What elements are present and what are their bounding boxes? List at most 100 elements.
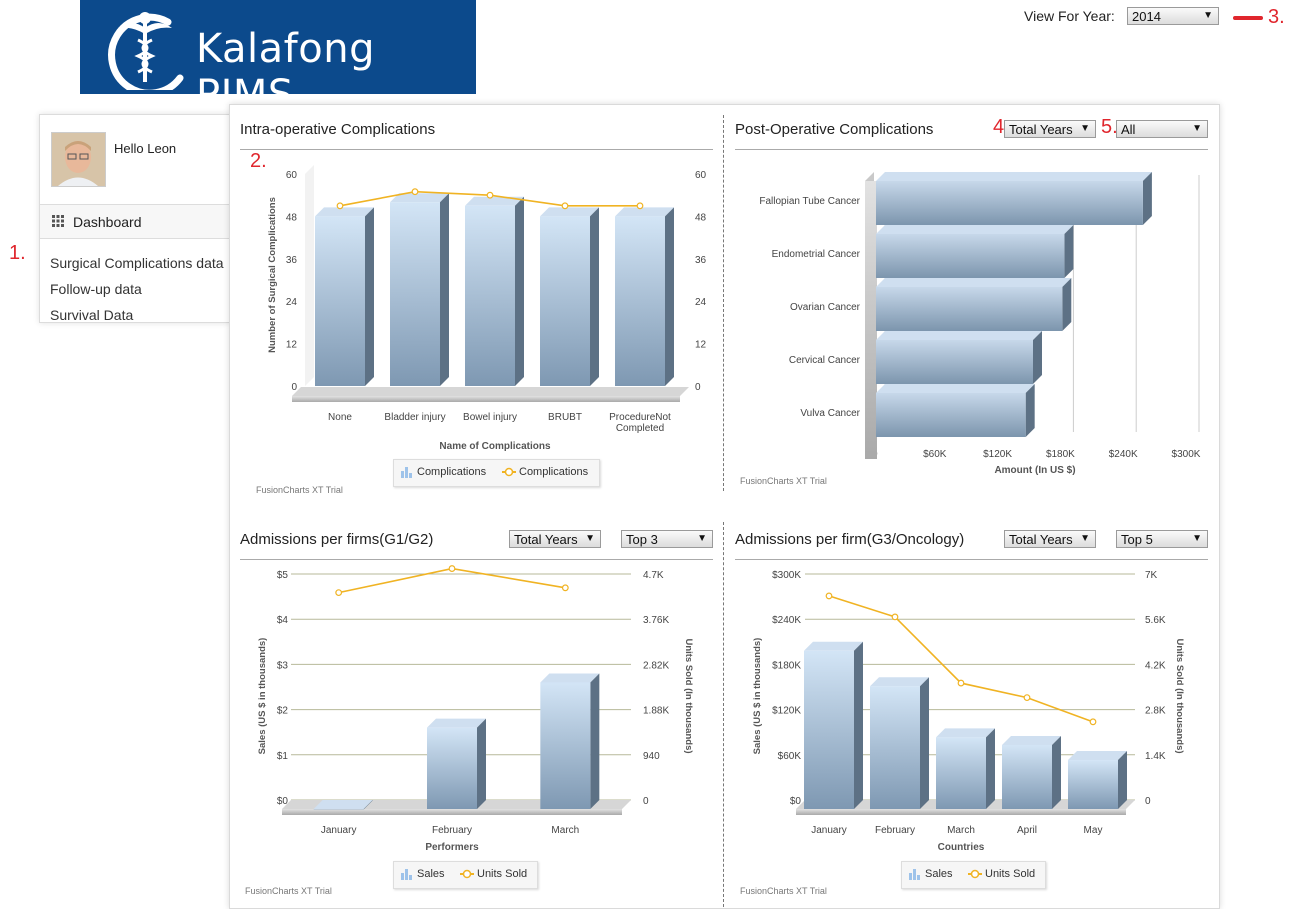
sidebar-link-follow-up[interactable]: Follow-up data <box>50 281 142 297</box>
annotation-dash <box>1233 16 1263 20</box>
bar <box>1002 744 1052 809</box>
y-tick-label: 60 <box>286 170 298 181</box>
y2-tick-label: 24 <box>695 297 707 308</box>
x-tick-label: $60K <box>923 449 947 460</box>
post-panel-title: Post-Operative Complications <box>735 121 934 138</box>
x-axis-title: Name of Complications <box>439 441 551 452</box>
chart-wall <box>305 165 314 386</box>
bar-series-icon <box>909 869 920 883</box>
x-axis-title: Amount (In US $) <box>994 465 1075 476</box>
y-tick-label: $1 <box>277 751 289 762</box>
line-series-icon <box>502 466 516 481</box>
complications-point <box>336 202 344 210</box>
y2-axis-title: Units Sold (In thousands) <box>1174 638 1185 753</box>
g3-admissions-chart: $0 0$60K 1.4K$120K 2.8K$180K 4.2K$240K 5.6K$3… <box>752 570 1185 853</box>
x-tick-label: May <box>1084 825 1103 836</box>
bar-side <box>665 207 674 386</box>
legend-label: Sales <box>417 868 445 880</box>
sidebar-item-dashboard[interactable]: Dashboard <box>40 204 230 239</box>
chart-floor <box>282 809 622 815</box>
units-sold-point <box>561 584 569 592</box>
units-sold-point <box>1089 718 1097 726</box>
y-tick-label: $300K <box>772 570 801 581</box>
y2-tick-label: 940 <box>643 751 660 762</box>
y-tick-label: $5 <box>277 570 289 581</box>
post-period-select[interactable]: Total Years ▼ <box>1004 120 1096 138</box>
annotation-3: 3. <box>1268 6 1285 28</box>
y-tick-label: 12 <box>286 340 298 351</box>
x-tick-label: February <box>875 825 915 836</box>
x-tick-label: Bowel injury <box>463 412 517 423</box>
g3-legend: Sales Units Sold <box>901 861 1046 889</box>
caduceus-logo-icon <box>108 12 184 90</box>
bar-top <box>313 800 373 809</box>
g1g2-admissions-chart: $0 0$1 940$2 1.88K$3 2.82K$4 3.76K$5 4.7KSales… <box>257 565 694 853</box>
complications-point <box>411 188 419 196</box>
x-tick-label: $180K <box>1046 449 1075 460</box>
year-select[interactable]: 2014 ▼ <box>1127 7 1219 25</box>
x-tick-label: Bladder injury <box>384 412 445 423</box>
y-tick-label: $4 <box>277 615 289 626</box>
x-tick-label: $300K <box>1172 449 1201 460</box>
legend-label: Units Sold <box>477 868 528 880</box>
bar-side <box>590 673 600 809</box>
y2-tick-label: 12 <box>695 340 707 351</box>
intra-complications-chart: 0 0 12 12 24 24 36 36 48 48 60 60 Number of Surgical… <box>267 165 707 452</box>
complications-point <box>486 191 494 199</box>
y-tick-label: $3 <box>277 660 289 671</box>
y-tick-label: $180K <box>772 660 801 671</box>
x-tick-label: Completed <box>616 423 664 434</box>
x-tick-label: $120K <box>983 449 1012 460</box>
bar <box>540 216 590 386</box>
bar <box>876 287 1063 331</box>
bar <box>876 181 1143 225</box>
bar-top <box>540 207 599 217</box>
chart-floor-top <box>292 387 689 396</box>
g3-title-rule <box>735 559 1208 560</box>
y-tick-label: 0 <box>291 382 297 393</box>
g1g2-period-select[interactable]: Total Years ▼ <box>509 530 601 548</box>
bar-side <box>986 728 995 809</box>
x-tick-label: January <box>321 825 357 836</box>
y2-tick-label: 2.82K <box>643 660 669 671</box>
dropdown-arrow-icon: ▼ <box>1192 533 1202 544</box>
y-axis-title: Sales (US $ in thousands) <box>257 638 268 755</box>
sidebar: Hello Leon Dashboard Surgical Complicati… <box>39 114 231 323</box>
units-sold-point <box>825 592 833 600</box>
g1g2-top-select[interactable]: Top 3 ▼ <box>621 530 713 548</box>
bar-side <box>477 718 486 809</box>
g1g2-title-rule <box>240 559 713 560</box>
bar-top <box>1068 751 1127 761</box>
panel-divider <box>723 522 724 907</box>
y2-axis-title: Units Sold (In thousands) <box>683 638 694 753</box>
x-tick-label: March <box>947 825 975 836</box>
y-tick-label: $120K <box>772 706 801 717</box>
g3-period-select[interactable]: Total Years ▼ <box>1004 530 1096 548</box>
bar-series-icon <box>401 869 412 883</box>
sidebar-link-surgical-complications[interactable]: Surgical Complications data <box>50 255 224 271</box>
complications-point <box>636 202 644 210</box>
post-title-rule <box>735 149 1208 150</box>
x-axis-title: Performers <box>425 842 479 853</box>
y-tick-label: Ovarian Cancer <box>790 302 861 313</box>
bar-top <box>876 172 1152 181</box>
bar <box>315 216 365 386</box>
y-axis-title: Sales (US $ in thousands) <box>752 638 763 755</box>
bar-top <box>870 677 929 687</box>
y-tick-label: $240K <box>772 615 801 626</box>
y2-tick-label: 5.6K <box>1145 615 1166 626</box>
x-tick-label: $240K <box>1109 449 1138 460</box>
intra-legend: Complications Complications <box>393 459 600 487</box>
post-period-value: Total Years <box>1009 122 1073 137</box>
g3-top-select[interactable]: Top 5 ▼ <box>1116 530 1208 548</box>
sidebar-link-survival[interactable]: Survival Data <box>50 307 133 322</box>
y2-tick-label: 4.2K <box>1145 660 1166 671</box>
intra-panel-title: Intra-operative Complications <box>240 121 436 138</box>
units-sold-point <box>335 589 343 597</box>
bar-top <box>876 384 1035 393</box>
app-logo[interactable]: Kalafong PIMS <box>80 0 476 118</box>
y2-tick-label: 4.7K <box>643 570 664 581</box>
g1g2-legend: Sales Units Sold <box>393 861 538 889</box>
post-filter-select[interactable]: All ▼ <box>1116 120 1208 138</box>
bar-side <box>854 641 863 809</box>
